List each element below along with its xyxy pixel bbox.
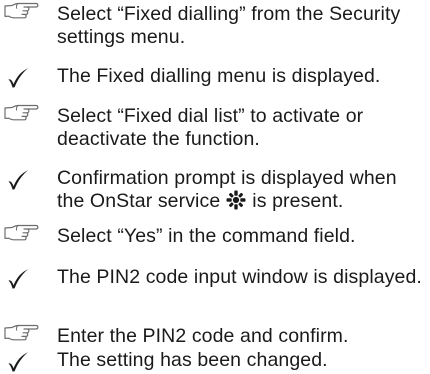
pointing-hand-icon (2, 222, 42, 246)
onstar-service-icon (226, 190, 246, 216)
step-text-part: is present. (252, 190, 344, 212)
pointing-hand-icon (2, 0, 42, 24)
step-text: Enter the PIN2 code and confirm. (57, 325, 349, 347)
pointing-hand-icon (2, 102, 42, 126)
step-text: The PIN2 code input window is displayed. (57, 266, 422, 288)
checkmark-icon (6, 168, 46, 192)
step-text: The Fixed dialling menu is displayed. (57, 65, 381, 87)
step-text: Select “Fixed dialling” from the Securit… (57, 3, 401, 48)
step-text: Select “Fixed dial list” to activate or … (57, 105, 364, 150)
step-text: The setting has been changed. (57, 349, 328, 371)
checkmark-icon (6, 350, 46, 374)
step-text: Confirmation prompt is displayed when th… (57, 167, 427, 216)
instruction-list: Select “Fixed dialling” from the Securit… (0, 0, 430, 372)
checkmark-icon (6, 267, 46, 291)
pointing-hand-icon (2, 322, 42, 346)
step-text: Select “Yes” in the command field. (57, 225, 356, 247)
checkmark-icon (6, 66, 46, 90)
